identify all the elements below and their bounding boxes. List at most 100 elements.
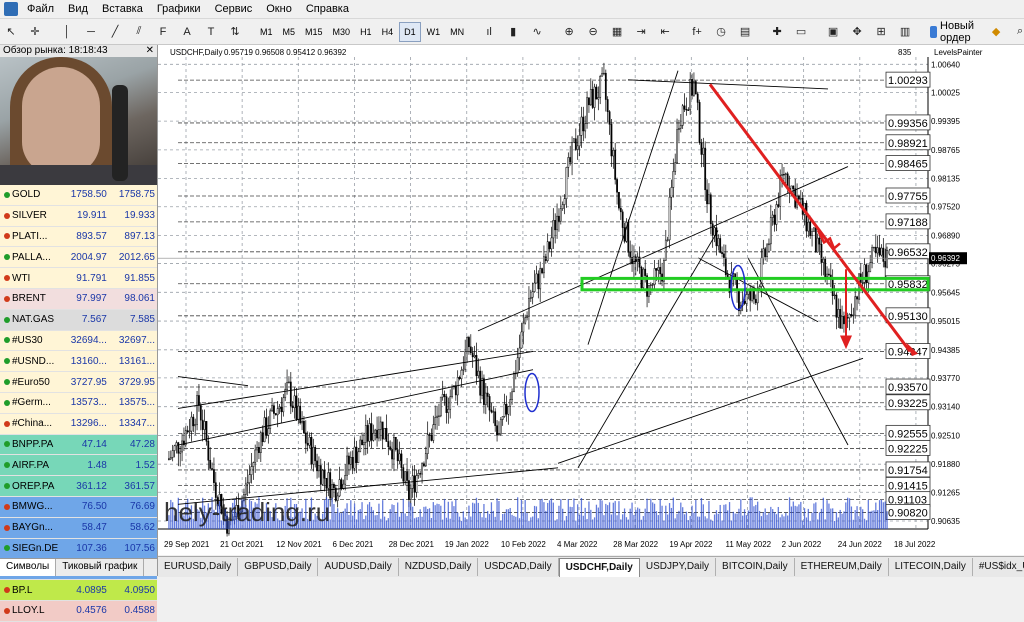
- menu-view[interactable]: Вид: [61, 3, 95, 15]
- zoom-in-icon[interactable]: ⊕: [558, 22, 580, 42]
- chart-window[interactable]: 1.00640 1.00025 0.99395 0.98765 0.98135 0.975…: [158, 45, 1024, 555]
- symbol-row[interactable]: LLOY.L 0.4576 0.4588: [0, 600, 157, 622]
- y-tick-label: 0.90635: [931, 517, 960, 526]
- symbol-row[interactable]: PLATI... 893.57 897.13: [0, 226, 157, 248]
- timeframe-d1[interactable]: D1: [399, 21, 421, 42]
- tab-tick-chart[interactable]: Тиковый график: [56, 559, 145, 576]
- chart-tab[interactable]: NZDUSD,Daily: [399, 558, 479, 576]
- menu-help[interactable]: Справка: [299, 3, 356, 15]
- tab-symbols[interactable]: Символы: [0, 559, 57, 576]
- timeframe-h1[interactable]: H1: [356, 23, 376, 41]
- volume-bar: [653, 503, 656, 529]
- chart-tab[interactable]: USDJPY,Daily: [640, 558, 717, 576]
- symbol-row[interactable]: BNPP.PA 47.14 47.28: [0, 434, 157, 456]
- menu-file[interactable]: Файл: [20, 3, 61, 15]
- bar-chart-icon[interactable]: ıl: [478, 22, 500, 42]
- symbol-row[interactable]: #Euro50 3727.95 3729.95: [0, 372, 157, 393]
- candle-body: [432, 424, 435, 441]
- text-icon[interactable]: A: [176, 22, 198, 42]
- volume-bar: [455, 499, 457, 529]
- symbol-name: BP.L: [0, 585, 61, 596]
- symbol-row[interactable]: NAT.GAS 7.567 7.585: [0, 309, 157, 331]
- vertical-line-icon[interactable]: │: [56, 22, 78, 42]
- horizontal-line-icon[interactable]: ─: [80, 22, 102, 42]
- chart-shift-icon[interactable]: ⇤: [654, 22, 676, 42]
- candle-chart-icon[interactable]: ▮: [502, 22, 524, 42]
- label-icon[interactable]: T: [200, 22, 222, 42]
- tile-windows-icon[interactable]: ▦: [606, 22, 628, 42]
- candle-body: [691, 78, 693, 96]
- symbol-label: #USND...: [12, 355, 55, 367]
- chart-tab[interactable]: USDCHF,Daily: [558, 557, 640, 577]
- symbol-row[interactable]: BAYGn... 58.47 58.62: [0, 517, 157, 539]
- terminal-icon[interactable]: ⊞: [870, 22, 892, 42]
- meta-editor-icon[interactable]: ◆: [985, 22, 1007, 42]
- symbol-row[interactable]: GOLD 1758.50 1758.75: [0, 185, 157, 206]
- volume-bar: [794, 505, 796, 529]
- symbol-row[interactable]: BRENT 97.997 98.061: [0, 288, 157, 310]
- symbol-row[interactable]: #Germ... 13573... 13575...: [0, 392, 157, 414]
- new-order-button[interactable]: Новый ордер: [926, 20, 983, 44]
- symbol-row[interactable]: #US30 32694... 32697...: [0, 330, 157, 352]
- volume-bar: [468, 505, 470, 529]
- tester-icon[interactable]: ▥: [894, 22, 916, 42]
- timeframe-w1[interactable]: W1: [423, 23, 445, 41]
- symbol-row[interactable]: BP.L 4.0895 4.0950: [0, 580, 157, 601]
- menu-tools[interactable]: Сервис: [208, 3, 260, 15]
- arrows-icon[interactable]: ⇅: [224, 22, 246, 42]
- indicators-icon[interactable]: f+: [686, 22, 708, 42]
- symbol-name: NAT.GAS: [0, 314, 61, 325]
- volume-bar: [843, 511, 845, 529]
- chart-tab[interactable]: AUDUSD,Daily: [318, 558, 399, 576]
- menu-charts[interactable]: Графики: [150, 3, 208, 15]
- price-chart[interactable]: 1.00640 1.00025 0.99395 0.98765 0.98135 0.975…: [158, 45, 1024, 555]
- symbol-row[interactable]: SILVER 19.911 19.933: [0, 205, 157, 227]
- channel-icon[interactable]: ⫽: [128, 22, 150, 42]
- chart-tab[interactable]: BITCOIN,Daily: [716, 558, 795, 576]
- chart-tab[interactable]: LITECOIN,Daily: [889, 558, 973, 576]
- templates-icon[interactable]: ▤: [734, 22, 756, 42]
- candle-body: [811, 231, 813, 236]
- periods-icon[interactable]: ◷: [710, 22, 732, 42]
- chart-tab[interactable]: ETHEREUM,Daily: [795, 558, 889, 576]
- symbol-row[interactable]: WTI 91.791 91.855: [0, 268, 157, 289]
- chart-tab[interactable]: GBPUSD,Daily: [238, 558, 319, 576]
- timeframe-h4[interactable]: H4: [378, 23, 398, 41]
- menu-window[interactable]: Окно: [259, 3, 299, 15]
- crosshair-icon[interactable]: ✛: [24, 22, 46, 42]
- timeframe-m15[interactable]: M15: [301, 23, 327, 41]
- profiles-icon[interactable]: ▭: [790, 22, 812, 42]
- timeframe-m30[interactable]: M30: [329, 23, 355, 41]
- symbol-row[interactable]: PALLA... 2004.97 2012.65: [0, 247, 157, 269]
- chart-tab[interactable]: USDCAD,Daily: [478, 558, 559, 576]
- chart-tab[interactable]: EURUSD,Daily: [158, 558, 239, 576]
- timeframe-m5[interactable]: M5: [279, 23, 300, 41]
- zoom-out-icon[interactable]: ⊖: [582, 22, 604, 42]
- volume-bar: [464, 517, 466, 529]
- volume-bar: [552, 502, 554, 529]
- trend-line-icon[interactable]: ╱: [104, 22, 126, 42]
- close-icon[interactable]: ✕: [146, 45, 157, 57]
- candle-body: [366, 425, 369, 442]
- market-watch-icon[interactable]: ▣: [822, 22, 844, 42]
- volume-bar: [841, 513, 843, 529]
- symbol-row[interactable]: SIEGn.DE 107.36 107.56: [0, 538, 157, 560]
- navigator-icon[interactable]: ✥: [846, 22, 868, 42]
- line-chart-icon[interactable]: ∿: [526, 22, 548, 42]
- autoscroll-icon[interactable]: ⇥: [630, 22, 652, 42]
- symbol-row[interactable]: AIRF.PA 1.48 1.52: [0, 455, 157, 477]
- symbol-row[interactable]: BMWG... 76.50 76.69: [0, 496, 157, 518]
- candle-body: [274, 413, 277, 416]
- timeframe-m1[interactable]: M1: [256, 23, 277, 41]
- search-icon[interactable]: ⌕: [1009, 22, 1024, 42]
- symbol-row[interactable]: #USND... 13160... 13161...: [0, 351, 157, 373]
- symbol-row[interactable]: OREP.PA 361.12 361.57: [0, 476, 157, 497]
- menu-insert[interactable]: Вставка: [95, 3, 150, 15]
- chart-tab[interactable]: #US$idx_U22,Daily: [973, 558, 1024, 576]
- fibonacci-icon[interactable]: F: [152, 22, 174, 42]
- new-chart-icon[interactable]: ✚: [766, 22, 788, 42]
- symbol-row[interactable]: #China... 13296... 13347...: [0, 413, 157, 435]
- bid-price: 13573...: [70, 397, 107, 409]
- timeframe-mn[interactable]: MN: [446, 23, 468, 41]
- cursor-icon[interactable]: ↖: [0, 22, 22, 42]
